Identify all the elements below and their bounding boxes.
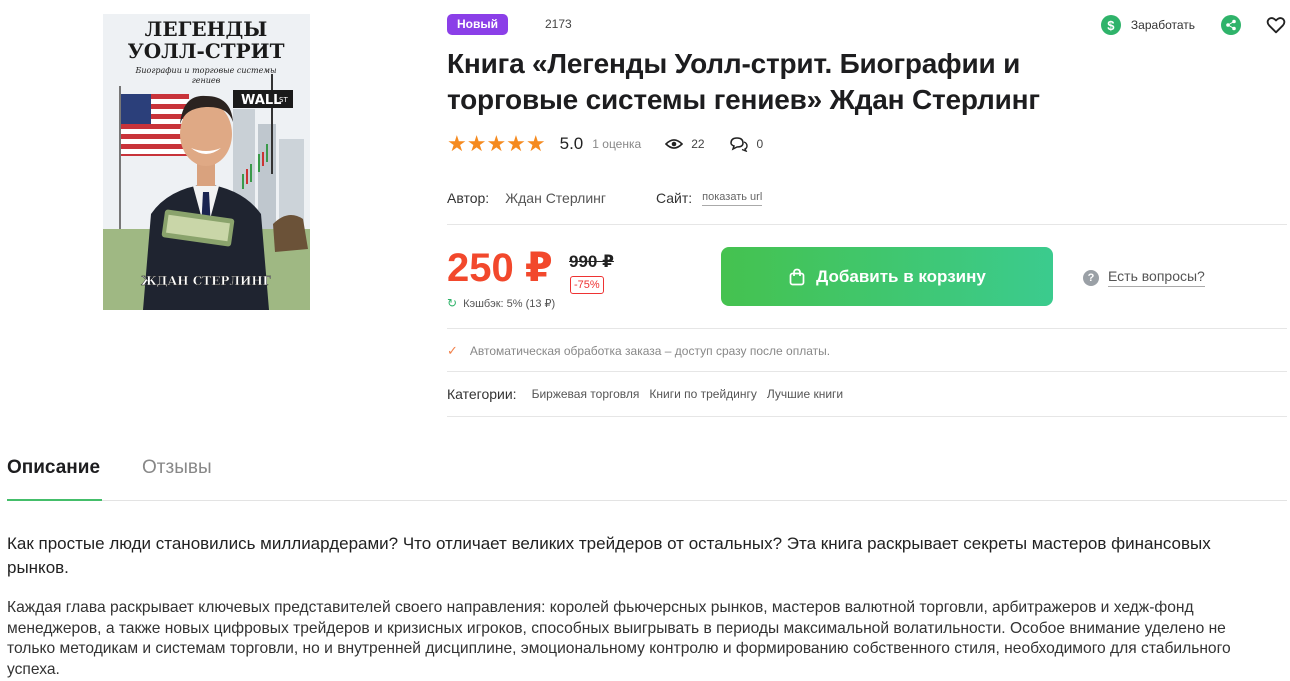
refresh-icon: ↻ [447,296,458,310]
questions-link[interactable]: ? Есть вопросы? [1083,268,1205,287]
svg-text:ЛЕГЕНДЫ: ЛЕГЕНДЫ [145,17,268,41]
description-body: Каждая глава раскрывает ключевых предста… [7,599,1231,678]
svg-text:WALL: WALL [241,93,281,108]
cashback-info: ↻ Кэшбэк: 5% (13 ₽) [447,296,555,310]
svg-text:УОЛЛ-СТРИТ: УОЛЛ-СТРИТ [128,39,285,63]
content-tabs: Описание Отзывы [7,457,1287,501]
category-link[interactable]: Лучшие книги [767,387,843,401]
share-icon[interactable] [1221,15,1241,35]
comments-stat[interactable]: 0 [729,136,764,152]
book-cover-image[interactable]: WALL ST ЛЕГЕНДЫ УОЛЛ-СТРИТ Биографии и т… [103,14,310,310]
rating-count[interactable]: 1 оценка [592,137,641,151]
heart-icon[interactable] [1265,14,1287,36]
svg-text:ЖДАН СТЕРЛИНГ: ЖДАН СТЕРЛИНГ [141,274,272,288]
author-label: Автор: [447,190,490,206]
views-count-top: 2173 [545,17,572,31]
tab-reviews[interactable]: Отзывы [142,457,212,501]
check-icon: ✓ [447,343,458,358]
divider [447,416,1287,417]
svg-text:гениев: гениев [192,76,221,85]
auto-processing-text: Автоматическая обработка заказа – доступ… [469,344,831,358]
svg-text:Биографии и торговые системы: Биографии и торговые системы [135,66,277,75]
divider [447,371,1287,372]
question-icon: ? [1083,269,1099,286]
current-price: 250 ₽ [447,246,553,290]
comments-count: 0 [756,137,764,151]
new-badge: Новый [447,14,508,35]
categories-label: Категории: [447,386,517,402]
comments-icon [729,137,748,152]
eye-icon [665,139,684,149]
svg-text:ST: ST [279,96,288,104]
earn-label: Заработать [1130,18,1195,32]
product-title: Книга «Легенды Уолл-стрит. Биографии и т… [447,48,1040,115]
category-link[interactable]: Биржевая торговля [532,387,640,401]
meta-row: Автор: Ждан Стерлинг Сайт: показать url [447,190,763,206]
divider [447,328,1287,329]
divider [447,224,1287,225]
description-intro: Как простые люди становились миллиардера… [7,534,1211,577]
rating-stars: ★★★★★ [447,131,546,156]
site-label: Сайт: [655,190,693,206]
rating-row: ★★★★★ 5.0 1 оценка 22 0 [447,132,763,156]
product-actions: $ Заработать [1100,14,1287,36]
views-stat: 22 [665,137,705,151]
old-price: 990 ₽ [569,252,614,271]
cashback-text: Кэшбэк: 5% (13 ₽) [463,297,556,310]
earn-button[interactable]: $ Заработать [1100,15,1195,35]
dollar-icon: $ [1100,15,1121,35]
discount-badge: -75% [570,276,604,294]
shopping-bag-icon [789,268,805,285]
add-to-cart-button[interactable]: Добавить в корзину [721,247,1053,306]
questions-label: Есть вопросы? [1108,268,1205,287]
show-url-link[interactable]: показать url [702,191,763,206]
add-to-cart-label: Добавить в корзину [816,266,986,286]
auto-processing-note: ✓ Автоматическая обработка заказа – дост… [447,343,830,359]
categories: Категории: Биржевая торговля Книги по тр… [447,386,853,402]
author-name[interactable]: Ждан Стерлинг [505,190,606,206]
tab-description[interactable]: Описание [7,457,102,501]
rating-value: 5.0 [559,134,584,153]
category-link[interactable]: Книги по трейдингу [649,387,757,401]
views-count: 22 [691,137,705,151]
